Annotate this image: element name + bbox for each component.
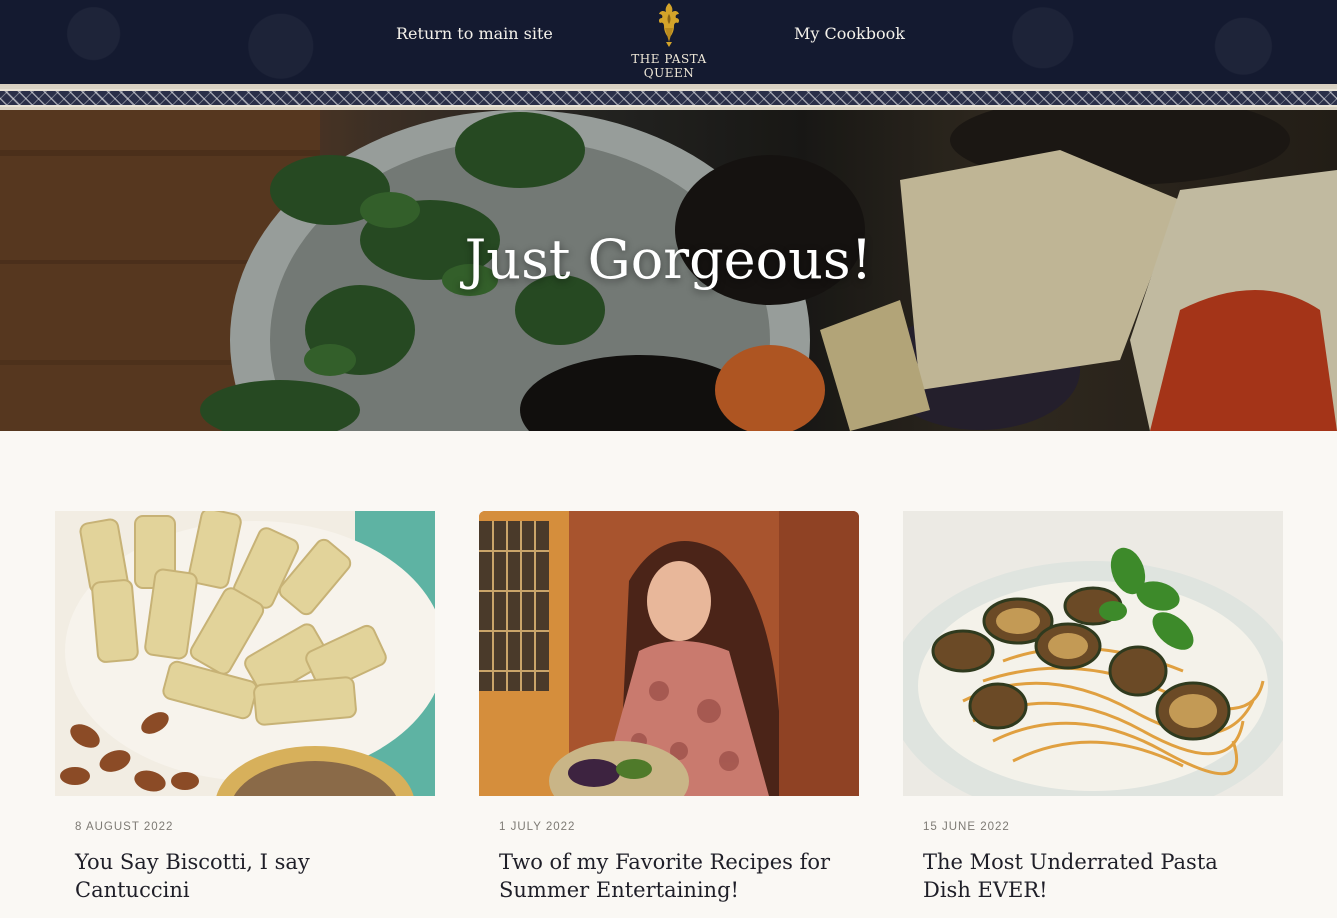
my-cookbook-link[interactable]: My Cookbook: [794, 24, 905, 43]
post-date: 1 JULY 2022: [499, 821, 576, 833]
decorative-rope-border: [0, 84, 1337, 110]
logo-wordmark: THE PASTA QUEEN: [631, 52, 707, 80]
post-card[interactable]: 15 JUNE 2022 The Most Underrated Pasta D…: [903, 511, 1283, 904]
post-card[interactable]: 1 JULY 2022 Two of my Favorite Recipes f…: [479, 511, 859, 904]
biscotti-image[interactable]: [55, 511, 435, 796]
rope-pattern: [0, 89, 1337, 107]
crest-icon: [658, 3, 680, 47]
hero-title: Just Gorgeous!: [464, 228, 873, 291]
post-title[interactable]: Two of my Favorite Recipes for Summer En…: [479, 848, 859, 904]
post-card[interactable]: 8 AUGUST 2022 You Say Biscotti, I say Ca…: [55, 511, 435, 904]
site-logo[interactable]: THE PASTA QUEEN: [608, 2, 730, 80]
portrait-image[interactable]: [479, 511, 859, 796]
return-to-main-site-link[interactable]: Return to main site: [396, 24, 553, 43]
hero-banner: Just Gorgeous!: [0, 110, 1337, 431]
pasta-zucchini-image[interactable]: [903, 511, 1283, 796]
post-title[interactable]: The Most Underrated Pasta Dish EVER!: [903, 848, 1283, 904]
post-date: 15 JUNE 2022: [923, 821, 1010, 833]
post-date: 8 AUGUST 2022: [75, 821, 174, 833]
post-title[interactable]: You Say Biscotti, I say Cantuccini: [55, 848, 435, 904]
site-header: Return to main site THE PASTA QUEEN My C…: [0, 0, 1337, 84]
